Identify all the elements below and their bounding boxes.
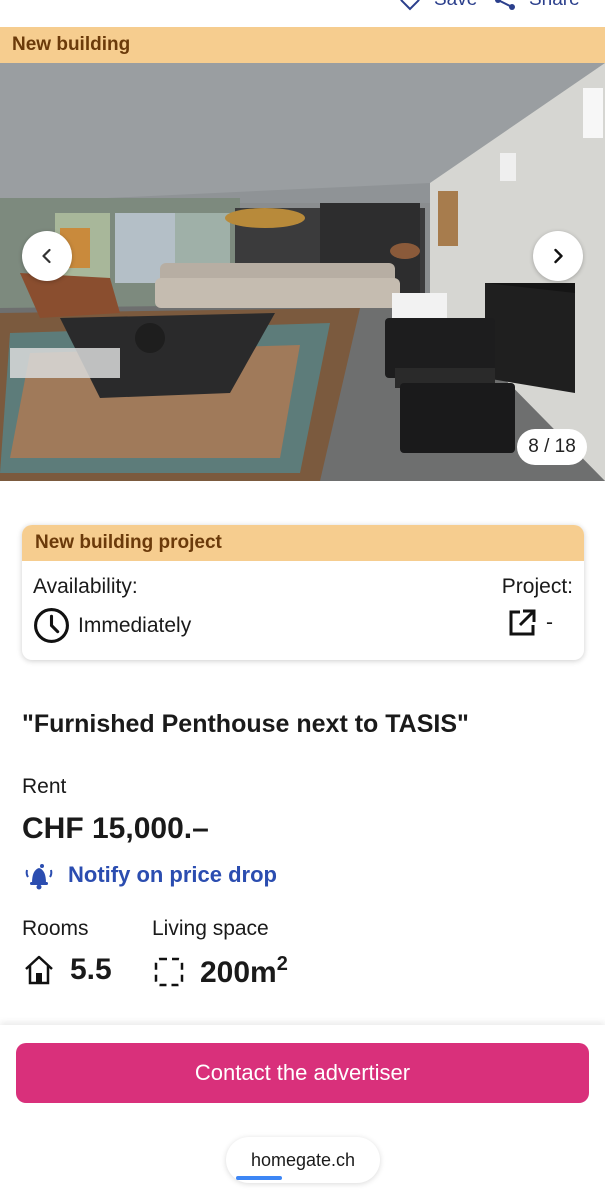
photo-counter: 8 / 18 [517, 429, 587, 465]
heart-icon [400, 0, 420, 11]
clock-icon [34, 608, 69, 643]
project-label: Project: [501, 575, 573, 598]
save-action[interactable]: Save [398, 0, 477, 12]
new-building-project-card: New building project Availability: Immed… [22, 525, 584, 660]
share-icon [495, 0, 515, 10]
listing-title: "Furnished Penthouse next to TASIS" [22, 710, 469, 738]
house-icon [25, 955, 53, 985]
rooms-value: 5.5 [70, 953, 112, 986]
share-label: Share [529, 0, 580, 11]
availability-label: Availability: [33, 575, 138, 598]
gallery-photo [0, 63, 605, 481]
living-space-stat: Living space 200m2 [152, 917, 288, 990]
availability-value: Immediately [78, 613, 192, 637]
external-link-icon[interactable] [506, 607, 538, 639]
notify-price-drop-link[interactable]: Notify on price drop [22, 858, 277, 892]
contact-advertiser-button[interactable]: Contact the advertiser [16, 1043, 589, 1103]
previous-photo-button[interactable] [22, 231, 72, 281]
notify-label: Notify on price drop [68, 862, 277, 887]
living-space-value: 200m [200, 956, 277, 989]
chevron-right-icon [554, 248, 563, 264]
project-block[interactable]: Project: - [502, 575, 573, 639]
chevron-left-icon [42, 248, 51, 264]
next-photo-button[interactable] [533, 231, 583, 281]
rooms-stat: Rooms 5.5 [22, 917, 112, 987]
card-header: New building project [22, 525, 584, 561]
availability-block: Availability: Immediately [33, 575, 191, 644]
square-unit: 2 [276, 953, 288, 975]
top-action-bar: Save Share [0, 0, 605, 27]
rooms-label: Rooms [22, 917, 89, 940]
rent-label: Rent [22, 775, 67, 798]
photo-gallery[interactable]: 8 / 18 [0, 63, 605, 481]
living-space-label: Living space [152, 917, 269, 940]
bottom-action-sheet: Contact the advertiser homegate.ch [0, 1025, 605, 1200]
rent-price: CHF 15,000.– [22, 812, 209, 845]
new-building-badge: New building [0, 27, 605, 63]
project-value: - [546, 611, 553, 634]
area-icon [154, 957, 184, 986]
share-action[interactable]: Share [493, 0, 580, 12]
page-load-progress [236, 1176, 282, 1180]
save-label: Save [434, 0, 477, 11]
bell-icon [25, 864, 53, 890]
